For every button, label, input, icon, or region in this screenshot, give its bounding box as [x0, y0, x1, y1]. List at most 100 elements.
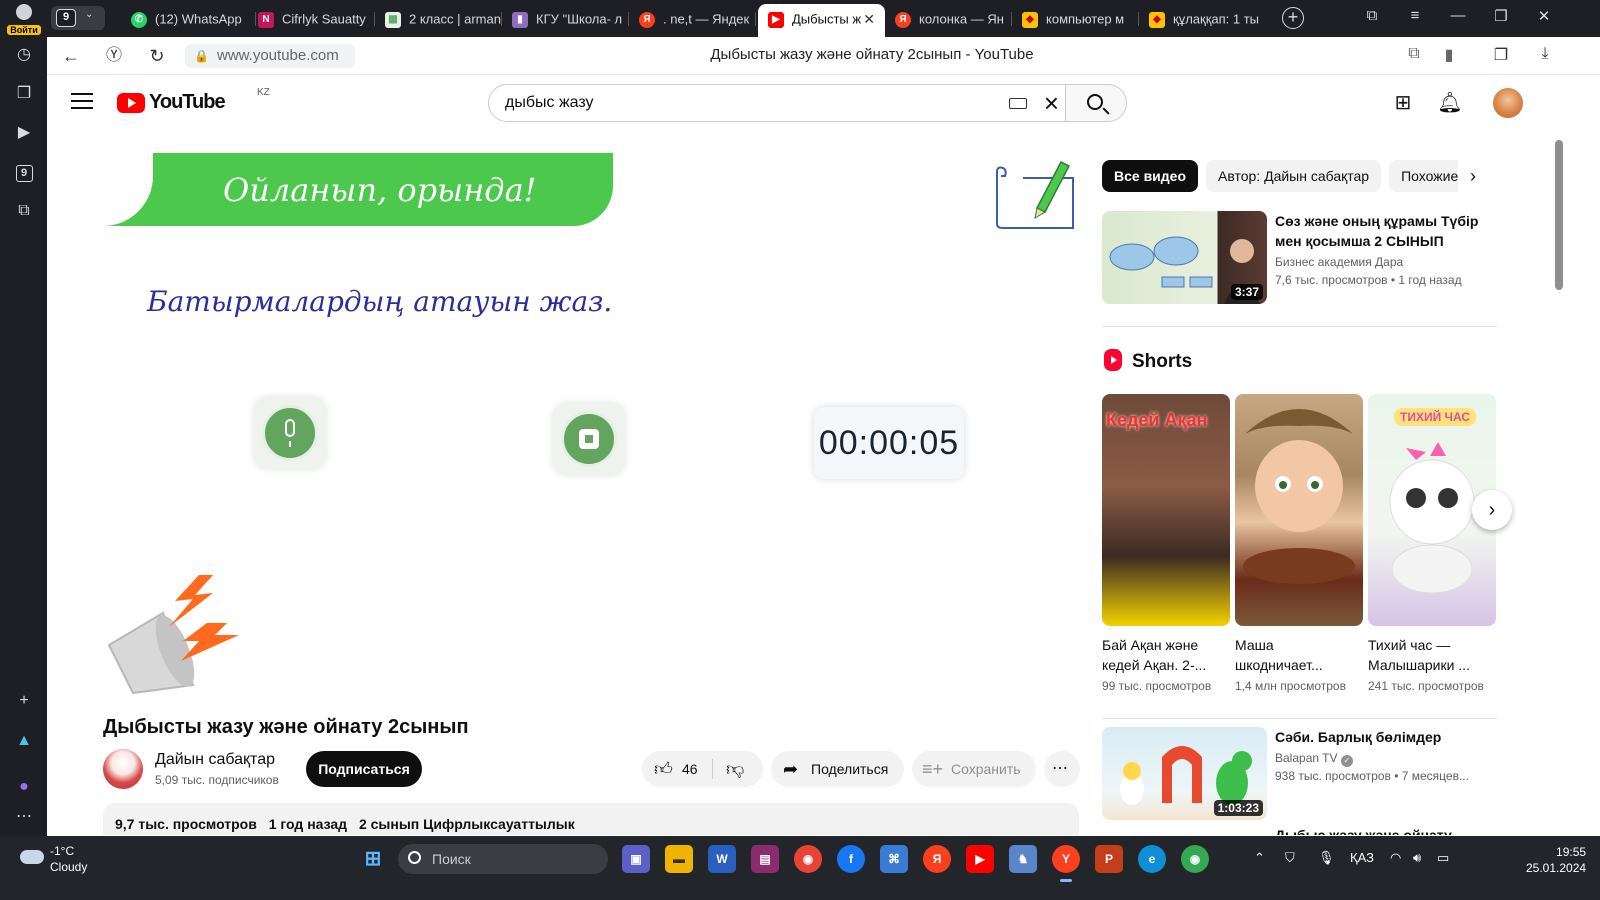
short-card[interactable]: [1235, 394, 1363, 626]
start-button[interactable]: ⊞: [359, 845, 387, 873]
shorts-logo-icon: [1104, 349, 1122, 371]
chip-all-videos[interactable]: Все видео: [1102, 160, 1199, 192]
volume-icon[interactable]: 🔊︎: [1413, 850, 1421, 866]
recommended-video[interactable]: 3:37 Сөз және оның құрамы Түбір мен қосы…: [1102, 211, 1497, 305]
chevron-down-icon: ⌄: [85, 9, 94, 20]
media-icon[interactable]: ▶: [13, 122, 35, 144]
close-window-icon[interactable]: ✕: [1531, 7, 1557, 25]
country-code: KZ: [257, 87, 270, 98]
tab-youtube-active[interactable]: ▶ Дыбысты ж ✕: [758, 4, 885, 37]
more-actions-button[interactable]: ⋯: [1044, 751, 1080, 787]
minimize-icon[interactable]: —: [1445, 7, 1471, 24]
cloud-icon: [20, 850, 44, 864]
microphone-icon[interactable]: 🎙︎: [1318, 850, 1335, 866]
screenshot-icon[interactable]: ⧉: [13, 200, 35, 222]
reading-list-icon[interactable]: ❐: [1489, 45, 1513, 65]
share-button[interactable]: ➦ Поделиться: [771, 751, 904, 787]
recommended-video[interactable]: 1:03:23 Сәби. Барлық бөлімдер Balapan TV…: [1102, 727, 1497, 821]
description-box[interactable]: 9,7 тыс. просмотров 1 год назад 2 сынып …: [103, 803, 1079, 835]
yandex-home-icon[interactable]: Ⓨ: [102, 45, 126, 67]
tab-school[interactable]: ▮ КГУ "Школа- л: [512, 4, 629, 34]
teams-icon[interactable]: ▣: [622, 845, 650, 873]
reload-icon[interactable]: ↻: [145, 45, 169, 67]
save-button[interactable]: ≡+ Сохранить: [912, 751, 1036, 787]
filter-chips: Все видео Автор: Дайын сабақтар Похожие: [1102, 160, 1497, 192]
notifications-bell-icon[interactable]: 🔔︎: [1437, 90, 1463, 116]
scrollbar[interactable]: [1555, 140, 1563, 290]
subscribe-button[interactable]: Подписаться: [306, 751, 422, 787]
search-icon: [408, 851, 421, 864]
guide-menu-icon[interactable]: [71, 93, 93, 109]
youtube-app-icon[interactable]: ▶: [966, 845, 994, 873]
translate-icon[interactable]: ⧉: [1402, 45, 1426, 63]
battery-icon[interactable]: ▭: [1437, 850, 1449, 866]
search-button[interactable]: [1065, 84, 1127, 122]
tab-whatsapp[interactable]: ✆ (12) WhatsApp: [131, 4, 256, 34]
create-video-icon[interactable]: ⊞: [1390, 90, 1416, 116]
defender-icon[interactable]: ⛉: [1285, 850, 1295, 866]
system-clock[interactable]: 19:55 25.01.2024: [1526, 844, 1586, 876]
bookmark-icon[interactable]: ▮: [1437, 45, 1461, 65]
tab-kompyuter[interactable]: ◆ компьютер м: [1022, 4, 1139, 34]
next-video-title-partial[interactable]: Дыбыс жазу және ойнату: [1275, 827, 1452, 835]
tab-count-button[interactable]: 9 ⌄: [51, 6, 105, 30]
language-indicator[interactable]: ҚАЗ: [1350, 850, 1374, 865]
taskbar-search[interactable]: Поиск: [398, 844, 608, 874]
file-explorer-icon[interactable]: ▬: [665, 845, 693, 873]
chevron-up-icon[interactable]: ⌃: [1254, 850, 1265, 866]
account-avatar[interactable]: [1493, 88, 1523, 118]
messenger-icon[interactable]: ●: [13, 776, 35, 798]
short-card[interactable]: Кедей Ақан: [1102, 394, 1230, 626]
tabs-panel-icon[interactable]: 9: [13, 161, 35, 183]
back-icon[interactable]: ←: [59, 45, 83, 67]
tab-kolonka[interactable]: Яколонка — Ян: [895, 4, 1012, 34]
collections-icon[interactable]: ❐: [13, 83, 35, 105]
add-panel-icon[interactable]: +: [13, 690, 35, 712]
restore-icon[interactable]: ❐: [1488, 7, 1514, 25]
dislike-button[interactable]: 👎︎: [726, 751, 744, 787]
yandex-browser-icon[interactable]: Y: [1052, 845, 1080, 882]
downloads-icon[interactable]: ⤓: [1533, 45, 1557, 63]
alice-app-icon[interactable]: ▲: [13, 730, 35, 752]
chrome-icon[interactable]: ◉: [794, 845, 822, 873]
url-field[interactable]: 🔒 www.youtube.com: [185, 44, 355, 68]
channel-avatar[interactable]: [103, 749, 143, 789]
history-icon[interactable]: ◷: [13, 44, 35, 66]
more-icon[interactable]: ⋯: [13, 806, 35, 828]
shorts-next-button[interactable]: ›: [1472, 490, 1512, 530]
chip-by-author[interactable]: Автор: Дайын сабақтар: [1206, 160, 1382, 192]
new-tab-button[interactable]: +: [1282, 7, 1304, 29]
login-button[interactable]: Войти: [6, 4, 42, 35]
python-icon[interactable]: ⌘: [880, 845, 908, 873]
close-tab-icon[interactable]: ✕: [863, 4, 875, 34]
clear-search-icon[interactable]: ×: [1044, 85, 1059, 121]
winrar-icon[interactable]: ▤: [751, 845, 779, 873]
menu-icon[interactable]: ≡: [1402, 7, 1428, 24]
chevron-right-icon[interactable]: ›: [1458, 160, 1488, 192]
facebook-icon[interactable]: f: [837, 845, 865, 873]
video-duration: 1:03:23: [1213, 800, 1263, 816]
video-player[interactable]: Ойланып, орында! Батырмалардың атауын жа…: [103, 150, 1079, 700]
school-icon: ▮: [512, 11, 528, 28]
search-input[interactable]: дыбыс жазу ×: [488, 84, 1068, 122]
tab-cifrlyk[interactable]: N Cifrlyk Sauatty: [258, 4, 375, 34]
powerpoint-icon[interactable]: P: [1095, 845, 1123, 873]
keyboard-icon[interactable]: [1009, 98, 1027, 109]
tab-yandex-net[interactable]: Я. ne,t — Яндек: [639, 4, 756, 34]
tab-qulaqqap[interactable]: ◆ құлаққап: 1 ты: [1149, 4, 1266, 34]
chrome-profile-icon[interactable]: ◉: [1181, 845, 1209, 873]
tab-arman[interactable]: ▦ 2 класс | arman: [385, 4, 502, 34]
word-icon[interactable]: W: [708, 845, 736, 873]
yandex-app-icon[interactable]: Я: [923, 845, 951, 873]
wifi-icon[interactable]: ◠: [1390, 850, 1401, 866]
edge-icon[interactable]: e: [1138, 845, 1166, 873]
windows-taskbar: -1°C Cloudy ⊞ Поиск ▣ ▬ W ▤ ◉ f ⌘ Я ▶ ♞ …: [0, 836, 1600, 900]
postgres-icon[interactable]: ♞: [1009, 845, 1037, 873]
whatsapp-icon: ✆: [131, 11, 147, 28]
channel-name[interactable]: Дайын сабақтар: [155, 751, 275, 769]
like-button[interactable]: 👍︎: [654, 751, 673, 787]
short-views: 99 тыс. просмотров: [1102, 679, 1212, 693]
browser-sidebar: Войти ◷ ❐ ▶ 9 ⧉ + ▲ ● ⋯: [0, 0, 47, 852]
tab-bar: 9 ⌄ ✆ (12) WhatsApp N Cifrlyk Sauatty ▦ 2 к…: [47, 0, 1600, 37]
collections-icon[interactable]: ⧉: [1359, 7, 1385, 24]
